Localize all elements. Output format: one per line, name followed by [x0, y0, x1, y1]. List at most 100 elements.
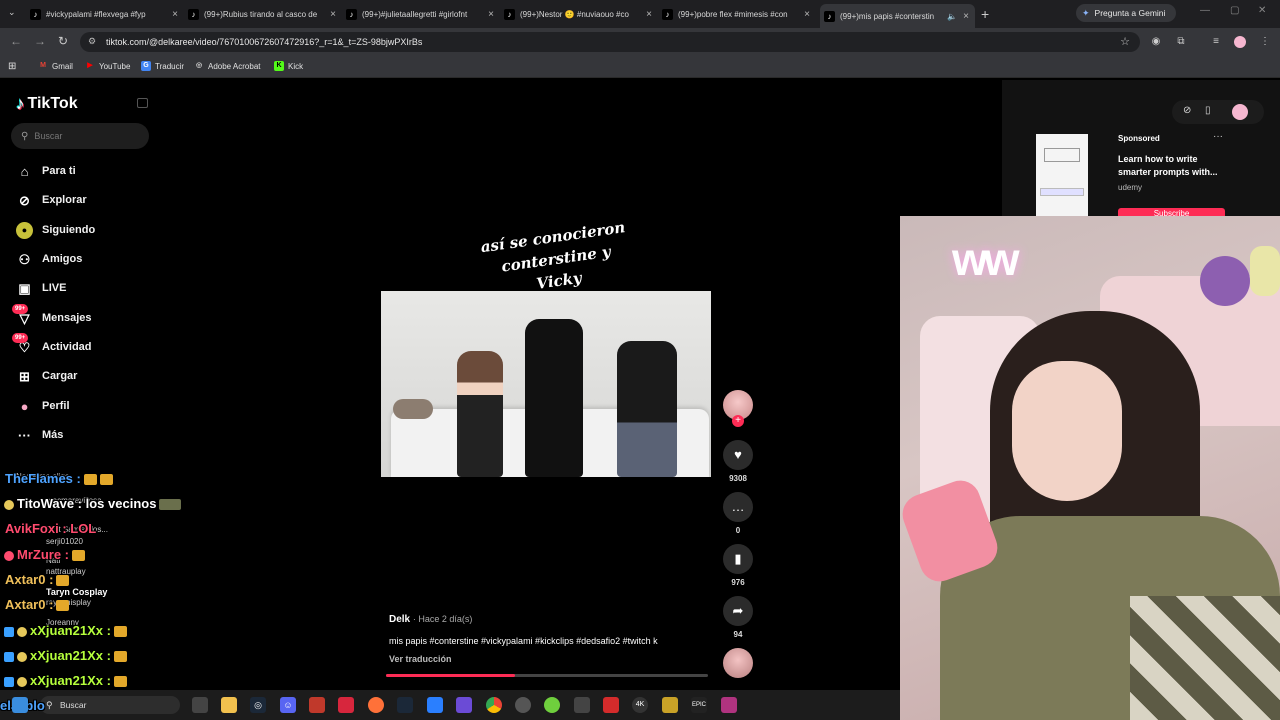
app-icon[interactable]	[309, 697, 325, 713]
like-action[interactable]: ♥ 9308	[723, 440, 753, 483]
chat-text: Axtar0 :	[5, 597, 54, 612]
gemini-button[interactable]: ✦ Pregunta a Gemini	[1076, 4, 1176, 22]
close-icon[interactable]: ×	[328, 9, 338, 20]
bookmark-gmail[interactable]: M Gmail	[38, 61, 73, 71]
browser-tab[interactable]: ♪ (99+)Rubius tirando al casco de ×	[188, 4, 338, 24]
close-icon[interactable]: ×	[486, 9, 496, 20]
chrome-icon[interactable]	[486, 697, 502, 713]
task-view-icon[interactable]	[192, 697, 208, 713]
bookmark-traducir[interactable]: G Traducir	[141, 61, 184, 71]
phone-icon[interactable]: ▯	[1205, 105, 1211, 116]
address-bar[interactable]: ⚙ tiktok.com/@delkaree/video/76701006726…	[80, 32, 1140, 52]
minimize-icon[interactable]: —	[1200, 5, 1210, 16]
more-options-icon[interactable]: ···	[1213, 131, 1223, 142]
bookmark-kick[interactable]: K Kick	[274, 61, 303, 71]
bookmark-star-icon[interactable]: ☆	[1120, 35, 1130, 48]
app-icon[interactable]	[515, 697, 531, 713]
comment-icon[interactable]: …	[723, 492, 753, 522]
follow-button[interactable]: +	[732, 415, 744, 427]
app-icon[interactable]	[574, 697, 590, 713]
file-explorer-icon[interactable]	[221, 697, 237, 713]
see-translation-link[interactable]: Ver traducción	[389, 654, 452, 664]
collapse-sidebar-icon[interactable]	[137, 98, 148, 108]
heart-icon[interactable]: ♥	[723, 440, 753, 470]
bookmark-acrobat[interactable]: ◎ Adobe Acrobat	[194, 61, 261, 71]
close-icon[interactable]: ×	[644, 9, 654, 20]
close-icon[interactable]: ×	[802, 9, 812, 20]
back-icon[interactable]: ←	[10, 34, 22, 48]
browser-tab[interactable]: ♪ (99+)pobre flex #mimesis #con ×	[662, 4, 812, 24]
comment-action[interactable]: … 0	[723, 492, 753, 535]
menu-kebab-icon[interactable]: ⋮	[1259, 36, 1271, 48]
ad-title[interactable]: Learn how to write smarter prompts with.…	[1118, 153, 1230, 179]
sidebar-item-actividad[interactable]: ♡ 99+ Actividad	[12, 332, 92, 357]
steam-client-icon[interactable]	[397, 697, 413, 713]
video-player[interactable]	[381, 291, 711, 477]
obs-icon[interactable]	[456, 697, 472, 713]
sidebar-item-mas[interactable]: ··· Más	[16, 425, 63, 445]
compass-icon[interactable]: ⊘	[1183, 105, 1191, 116]
browser-tab[interactable]: ♪ (99+)#julietaallegretti #girlofnt ×	[346, 4, 496, 24]
bookmark-icon[interactable]: ▮	[723, 544, 753, 574]
tab-list-icon[interactable]: ⌄	[8, 7, 16, 18]
chat-subline: serji01020	[46, 537, 83, 546]
music-disc-avatar[interactable]	[723, 648, 753, 678]
sidebar-item-amigos[interactable]: ⚇ Amigos	[16, 249, 83, 269]
firefox-icon[interactable]	[368, 697, 384, 713]
video-progress-bar[interactable]	[386, 674, 708, 677]
author-name[interactable]: Delk	[389, 614, 410, 625]
sidebar-item-para-ti[interactable]: ⌂ Para ti	[16, 161, 76, 181]
app-icon[interactable]	[721, 697, 737, 713]
apps-grid-icon[interactable]: ⊞	[8, 61, 16, 72]
close-window-icon[interactable]: ✕	[1258, 5, 1266, 16]
taskbar-search[interactable]: ⚲ Buscar	[40, 696, 180, 714]
extensions-puzzle-icon[interactable]: ⧉	[1175, 36, 1187, 48]
steam-icon[interactable]: ◎	[250, 697, 266, 713]
windows-start-icon[interactable]	[12, 697, 28, 713]
share-action[interactable]: ➦ 94	[723, 596, 753, 639]
media-controls-icon[interactable]: ≡	[1210, 36, 1222, 48]
sidebar-item-perfil[interactable]: ● Perfil	[16, 396, 70, 416]
browser-tab-active[interactable]: ♪ (99+)mis papis #conterstin 🔈 ×	[820, 4, 975, 28]
close-icon[interactable]: ×	[961, 11, 971, 22]
maximize-icon[interactable]: ▢	[1230, 5, 1239, 16]
app-icon[interactable]	[338, 697, 354, 713]
chat-text: Axtar0 :	[5, 572, 54, 587]
sidebar-item-cargar[interactable]: ⊞ Cargar	[16, 366, 77, 386]
sidebar-item-siguiendo[interactable]: ● Siguiendo	[16, 220, 95, 240]
app-icon[interactable]	[662, 697, 678, 713]
comment-count: 0	[735, 526, 741, 535]
browser-tab[interactable]: ♪ (99+)Nestor 🙂 #nuviaouo #co ×	[504, 4, 654, 24]
search-input[interactable]: ⚲ Buscar	[11, 123, 149, 149]
tiktok-logo[interactable]: ♪ TikTok	[16, 94, 78, 114]
browser-tab[interactable]: ♪ #vickypalami #flexvega #fyp ×	[30, 4, 180, 24]
forward-icon[interactable]: →	[34, 34, 46, 48]
site-info-icon[interactable]: ⚙	[88, 36, 96, 47]
bookmark-youtube[interactable]: ▶ YouTube	[85, 61, 130, 71]
discord-icon[interactable]: ☺	[280, 697, 296, 713]
app-icon[interactable]	[603, 697, 619, 713]
new-tab-button[interactable]: +	[981, 6, 989, 22]
profile-avatar-icon[interactable]	[1232, 104, 1248, 120]
extension-icon[interactable]: ◉	[1150, 36, 1162, 48]
app-icon[interactable]	[544, 697, 560, 713]
speaker-icon[interactable]: 🔈	[947, 12, 957, 21]
epic-games-icon[interactable]: EPIC	[691, 697, 707, 713]
tiktok-icon: ♪	[30, 8, 41, 20]
webcam-overlay: ᴡᴡ	[900, 216, 1280, 720]
ad-thumbnail[interactable]	[1036, 134, 1088, 216]
video-author[interactable]: Delk · Hace 2 día(s)	[389, 614, 472, 625]
translate-icon: G	[141, 61, 151, 71]
reload-icon[interactable]: ↻	[58, 34, 68, 48]
close-icon[interactable]: ×	[170, 9, 180, 20]
sidebar-item-mensajes[interactable]: ▽ 99+ Mensajes	[12, 303, 92, 328]
messages-icon: ▽ 99+	[12, 303, 33, 327]
app-icon[interactable]	[427, 697, 443, 713]
sidebar-item-explorar[interactable]: ⊘ Explorar	[16, 190, 87, 210]
ad-brand: udemy	[1118, 183, 1143, 192]
save-action[interactable]: ▮ 976	[723, 544, 753, 587]
profile-avatar[interactable]	[1234, 36, 1246, 48]
share-icon[interactable]: ➦	[723, 596, 753, 626]
sidebar-item-live[interactable]: ▣ LIVE	[16, 278, 66, 298]
app-icon[interactable]: 4K	[632, 697, 648, 713]
